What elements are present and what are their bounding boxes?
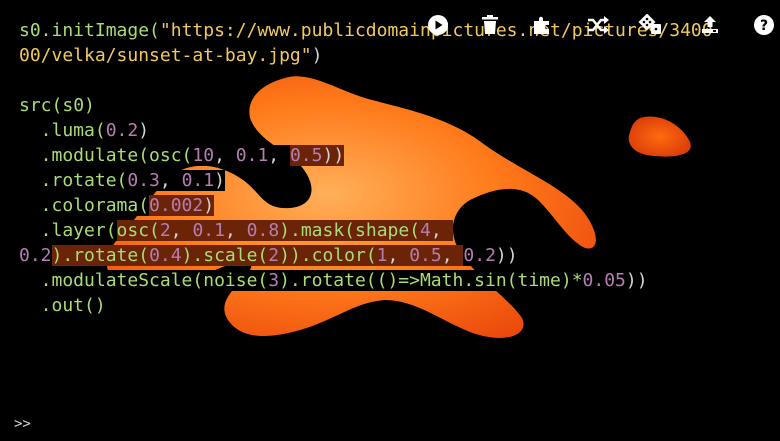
code-token: .layer( bbox=[19, 220, 117, 241]
code-token: , bbox=[430, 220, 453, 241]
code-token: 0.5 bbox=[289, 145, 323, 166]
toolbar: ? bbox=[420, 10, 780, 40]
code-token: 0.1 bbox=[235, 145, 269, 166]
upload-icon bbox=[702, 16, 718, 33]
code-token: ) bbox=[138, 120, 150, 141]
code-token: , bbox=[159, 170, 182, 191]
randomize-button[interactable] bbox=[637, 12, 663, 38]
code-token: .modulate(osc( bbox=[19, 145, 193, 166]
shuffle-button[interactable] bbox=[585, 12, 611, 38]
code-token: 0.5 bbox=[409, 245, 442, 266]
code-token: 0.2 bbox=[105, 120, 139, 141]
code-token: , bbox=[268, 145, 290, 166]
code-token: 0.4 bbox=[149, 245, 182, 266]
code-token: 4 bbox=[420, 220, 431, 241]
code-line[interactable]: .luma(0.2) bbox=[19, 118, 713, 143]
code-token: 10 bbox=[192, 145, 215, 166]
code-token: .rotate( bbox=[19, 170, 128, 191]
trash-icon bbox=[482, 15, 498, 34]
code-line[interactable]: 00/velka/sunset-at-bay.jpg") bbox=[19, 43, 713, 68]
code-token: 2 bbox=[268, 245, 280, 266]
code-token: s0.initImage( bbox=[19, 20, 160, 41]
code-line[interactable]: src(s0) bbox=[19, 93, 713, 118]
code-token: 0.05 bbox=[582, 270, 626, 291]
code-token: ).rotate( bbox=[51, 245, 150, 266]
code-token: ).mask(shape( bbox=[279, 220, 421, 241]
code-token: (s0) bbox=[51, 95, 95, 116]
dice-icon bbox=[638, 14, 661, 34]
help-icon: ? bbox=[754, 15, 774, 35]
code-line[interactable] bbox=[19, 68, 713, 93]
run-button[interactable] bbox=[425, 12, 451, 38]
code-token: 0.2 bbox=[463, 245, 496, 266]
shuffle-icon bbox=[588, 16, 609, 34]
code-token: 1 bbox=[376, 245, 388, 266]
code-token: .luma( bbox=[19, 120, 106, 141]
code-token: 0.002 bbox=[149, 195, 204, 216]
code-token: , bbox=[214, 145, 236, 166]
code-token: ) bbox=[203, 195, 215, 216]
puzzle-icon bbox=[534, 16, 549, 34]
code-editor[interactable]: s0.initImage("https://www.publicdomainpi… bbox=[19, 18, 713, 318]
code-token: )) bbox=[495, 245, 518, 266]
code-token: 0.1 bbox=[181, 170, 215, 191]
code-token: osc( bbox=[116, 220, 160, 241]
code-line[interactable]: 0.2).rotate(0.4).scale(2)).color(1, 0.5,… bbox=[19, 243, 713, 268]
code-line[interactable]: .modulateScale(noise(3).rotate(()=>Math.… bbox=[19, 268, 713, 293]
code-token: , bbox=[441, 245, 464, 266]
code-token: ).rotate(()=>Math.sin(time)* bbox=[279, 270, 583, 291]
code-token: .colorama( bbox=[19, 195, 150, 216]
code-line[interactable]: .modulate(osc(10, 0.1, 0.5)) bbox=[19, 143, 713, 168]
svg-text:?: ? bbox=[760, 18, 768, 34]
code-token: ) bbox=[214, 170, 225, 191]
run-icon bbox=[428, 15, 448, 35]
code-token: ) bbox=[311, 45, 323, 66]
code-token: )) bbox=[625, 270, 648, 291]
code-token: .modulateScale(noise( bbox=[19, 270, 269, 291]
code-token: 00/velka/sunset-at-bay.jpg" bbox=[19, 45, 312, 66]
code-token: 2 bbox=[159, 220, 171, 241]
code-token: 0.3 bbox=[127, 170, 160, 191]
code-line[interactable]: .colorama(0.002) bbox=[19, 193, 713, 218]
code-token: 0.1 bbox=[192, 220, 225, 241]
code-line[interactable]: .layer(osc(2, 0.1, 0.8).mask(shape(4, bbox=[19, 218, 713, 243]
code-line[interactable]: .out() bbox=[19, 293, 713, 318]
code-token: src bbox=[19, 95, 52, 116]
extensions-button[interactable] bbox=[529, 12, 555, 38]
code-token: 0.8 bbox=[246, 220, 280, 241]
console-prompt[interactable]: >> bbox=[14, 416, 31, 432]
code-token: .out() bbox=[19, 295, 106, 316]
code-line[interactable]: .rotate(0.3, 0.1) bbox=[19, 168, 713, 193]
clear-button[interactable] bbox=[477, 12, 503, 38]
code-token: 0.2 bbox=[19, 245, 52, 266]
code-token: 3 bbox=[268, 270, 280, 291]
help-button[interactable]: ? bbox=[751, 12, 777, 38]
code-token: , bbox=[387, 245, 410, 266]
upload-button[interactable] bbox=[697, 12, 723, 38]
code-token: )) bbox=[322, 145, 345, 166]
code-token: )).color( bbox=[279, 245, 377, 266]
code-token: ).scale( bbox=[181, 245, 269, 266]
code-token: , bbox=[170, 220, 193, 241]
code-token: , bbox=[224, 220, 247, 241]
